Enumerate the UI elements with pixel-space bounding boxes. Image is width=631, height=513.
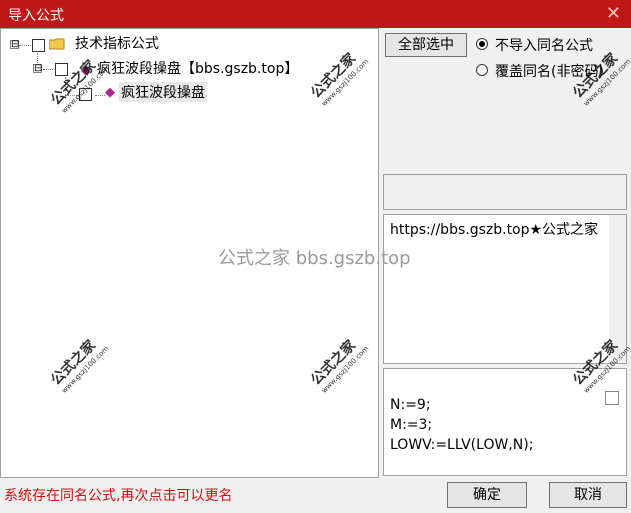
tree-checkbox-root[interactable] xyxy=(32,39,45,52)
name-box xyxy=(383,174,627,210)
description-panel[interactable]: https://bbs.gszb.top★公式之家 xyxy=(383,214,627,364)
code-checkbox[interactable] xyxy=(605,391,619,405)
tree-expander-group[interactable]: ⊟ xyxy=(33,64,42,74)
code-line: N:=9; xyxy=(390,397,431,413)
radio-no-import-same[interactable] xyxy=(476,38,488,50)
close-icon[interactable]: ✕ xyxy=(606,3,621,24)
center-watermark: 公式之家 bbs.gszb.top xyxy=(218,248,411,269)
description-text: https://bbs.gszb.top★公式之家 xyxy=(390,222,599,238)
tree-connector xyxy=(65,77,66,95)
title-bar: 导入公式 ✕ xyxy=(0,0,631,28)
tree-connector xyxy=(65,95,79,96)
tree-connector xyxy=(95,95,105,96)
radio-overwrite-same[interactable] xyxy=(476,64,488,76)
tree-checkbox-item[interactable] xyxy=(79,88,92,101)
formula-group-icon: ◆ xyxy=(81,63,91,77)
code-panel[interactable]: N:=9; M:=3; LOWV:=LLV(LOW,N); xyxy=(383,368,627,476)
tree-label-root[interactable]: 技术指标公式 xyxy=(75,33,159,53)
ok-button[interactable]: 确定 xyxy=(447,482,527,508)
option-no-import-same-label[interactable]: 不导入同名公式 xyxy=(495,35,593,55)
radio-selected-dot xyxy=(479,41,485,47)
cancel-button[interactable]: 取消 xyxy=(549,482,627,508)
code-line: LOWV:=LLV(LOW,N); xyxy=(390,437,534,453)
tree-label-item[interactable]: 疯狂波段操盘 xyxy=(119,82,207,102)
window-title: 导入公式 xyxy=(8,8,64,24)
select-all-button[interactable]: 全部选中 xyxy=(385,33,467,57)
tree-connector xyxy=(19,45,31,46)
description-scrollbar[interactable] xyxy=(609,215,626,363)
code-line: M:=3; xyxy=(390,417,433,433)
tree-label-group[interactable]: 疯狂波段操盘【bbs.gszb.top】 xyxy=(97,58,298,78)
tree-checkbox-group[interactable] xyxy=(55,63,68,76)
tree-connector xyxy=(43,69,53,70)
formula-item-icon: ◆ xyxy=(105,85,115,100)
tree-expander-root[interactable]: ⊟ xyxy=(10,40,19,50)
status-message: 系统存在同名公式,再次点击可以更名 xyxy=(4,488,233,504)
option-overwrite-same-label[interactable]: 覆盖同名(非密码) xyxy=(495,61,604,81)
folder-icon xyxy=(49,38,65,50)
